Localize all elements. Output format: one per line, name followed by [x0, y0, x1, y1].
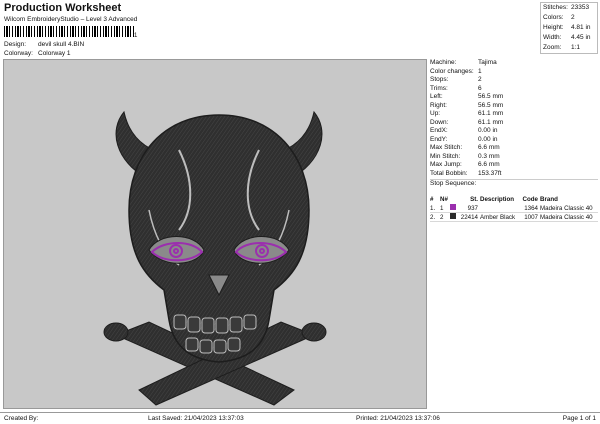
info-trims: Trims: 6	[430, 84, 482, 92]
stat-zoom: Zoom: 1:1	[543, 44, 581, 51]
page-number: Page 1 of 1	[562, 415, 596, 422]
barcode-suffix: 1	[134, 33, 138, 39]
info-machine: Machine: Tajima	[430, 59, 497, 66]
info-right: Right: 56.5 mm	[430, 101, 504, 109]
table-row: 2. 2 22414 Amber Black 1007 Madeira Clas…	[430, 212, 598, 222]
software-subtitle: Wilcom EmbroideryStudio – Level 3 Advanc…	[4, 16, 138, 23]
color-swatch	[450, 212, 456, 219]
footer-bar: Created By: Last Saved: 21/04/2023 13:37…	[0, 412, 600, 424]
info-endy: EndY: 0.00 in	[430, 135, 498, 143]
page-title: Production Worksheet	[4, 2, 122, 14]
stat-stitches: Stitches: 23353	[543, 4, 590, 11]
created-by: Created By:	[4, 415, 39, 422]
info-color-changes: Color changes: 1	[430, 67, 482, 75]
color-swatch	[450, 203, 456, 210]
last-saved: Last Saved: 21/04/2023 13:37:03	[148, 415, 244, 422]
info-max-stitch: Max Stitch: 6.6 mm	[430, 144, 500, 151]
barcode	[4, 26, 136, 37]
info-endx: EndX: 0.00 in	[430, 127, 498, 134]
stop-sequence-table: # N# St. Description Code Brand 1. 1 937…	[430, 195, 598, 222]
stat-height: Height: 4.81 in	[543, 24, 591, 31]
stats-panel: Stitches: 23353 Colors: 2 Height: 4.81 in W…	[540, 2, 598, 54]
machine-info-panel: Machine: Tajima Color changes: 1 Stops: 2 T…	[430, 59, 598, 188]
colorway-value: Colorway 1	[38, 50, 71, 57]
printed-date: Printed: 21/04/2023 13:37:06	[356, 415, 440, 422]
devil-skull-embroidery-image	[103, 110, 327, 406]
colorway-label: Colorway:	[4, 50, 33, 57]
info-down: Down: 61.1 mm	[430, 118, 504, 126]
design-value: devil skull 4.BIN	[38, 41, 85, 48]
info-stops: Stops: 2	[430, 76, 482, 83]
info-total-bobbin: Total Bobbin: 153.37ft	[430, 169, 502, 177]
design-label: Design:	[4, 41, 27, 48]
stop-sequence-title: Stop Sequence:	[430, 179, 598, 188]
design-preview-canvas	[3, 59, 427, 409]
info-min-stitch: Min Stitch: 0.3 mm	[430, 152, 500, 160]
info-up: Up: 61.1 mm	[430, 110, 504, 117]
info-left: Left: 56.5 mm	[430, 93, 504, 100]
stat-colors: Colors: 2	[543, 14, 575, 21]
info-max-jump: Max Jump: 6.6 mm	[430, 161, 500, 168]
stat-width: Width: 4.45 in	[543, 34, 591, 41]
